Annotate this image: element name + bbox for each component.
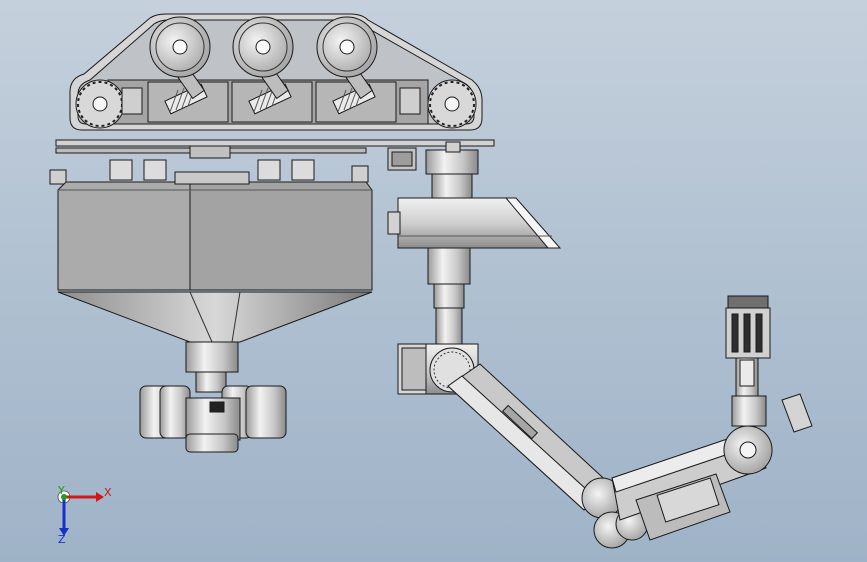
y-axis-label: Y [57, 484, 65, 497]
robot-assembly-model[interactable]: X Y Z [0, 0, 867, 562]
track-assembly[interactable] [69, 13, 483, 131]
axis-triad: X Y Z [57, 484, 112, 546]
hopper-cone [57, 291, 373, 343]
wrist-housing-upper[interactable] [387, 197, 562, 249]
arm-mount[interactable] [387, 141, 479, 199]
wrist-joint[interactable] [723, 393, 813, 475]
hopper-rotor[interactable] [139, 341, 287, 453]
cad-viewport[interactable]: X Y Z [0, 0, 867, 562]
arm-column[interactable] [427, 247, 471, 349]
hopper-body[interactable] [57, 171, 373, 343]
z-axis-label: Z [58, 533, 66, 546]
x-axis-label: X [104, 486, 112, 499]
end-effector[interactable] [725, 295, 771, 397]
